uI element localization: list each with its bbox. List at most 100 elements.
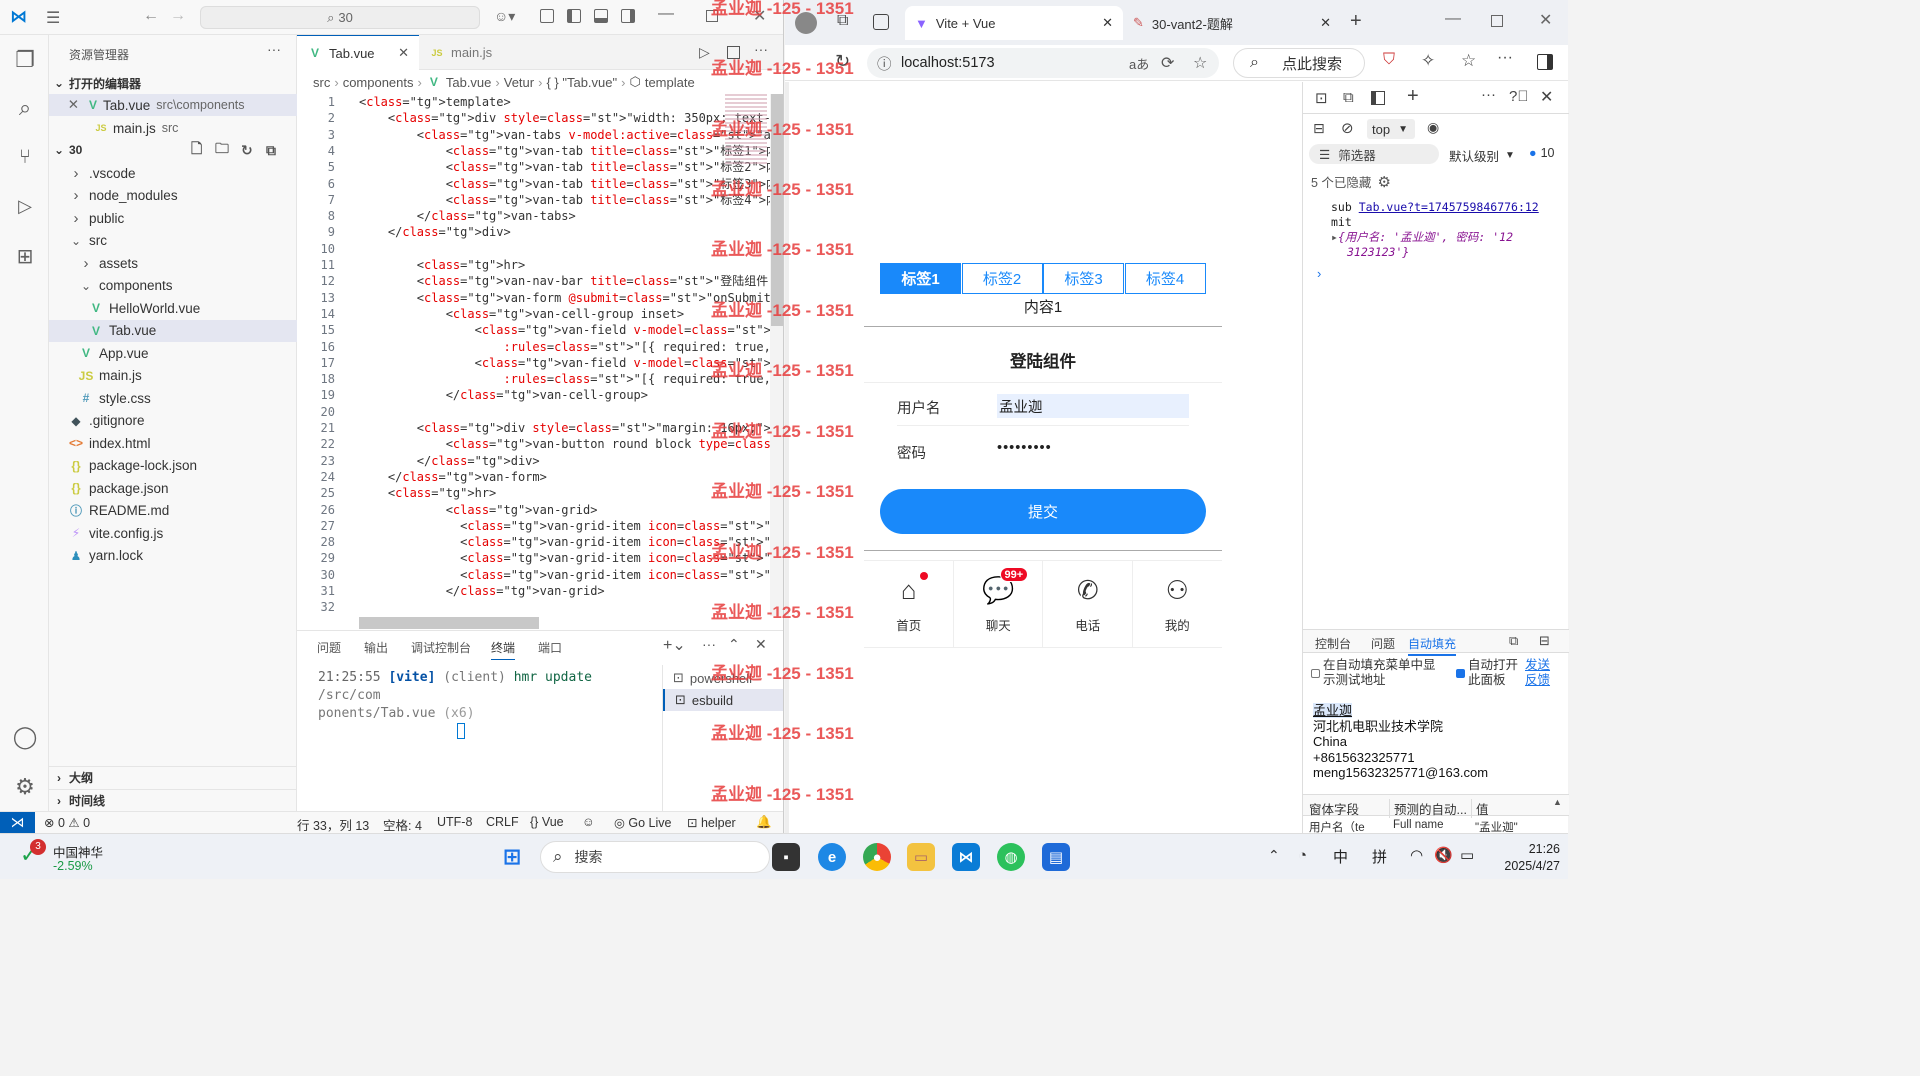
source-control-icon[interactable]: ⑂ <box>10 142 40 172</box>
filter-input[interactable]: ☰ 筛选器 <box>1309 144 1439 164</box>
code-line[interactable]: 21 <class="tg">div style=class="st">"mar… <box>297 420 770 436</box>
workspaces-icon[interactable]: ⧉ <box>837 12 848 30</box>
tree-item[interactable]: › public <box>49 207 297 229</box>
toggle-panel-icon[interactable] <box>594 9 608 23</box>
code-line[interactable]: 18 :rules=class="st">"[{ required: true,… <box>297 371 770 387</box>
issues-counter[interactable]: ● 10 <box>1529 146 1554 160</box>
tree-item[interactable]: <> index.html <box>49 432 297 454</box>
code-line[interactable]: 24 </class="tg">van-form> <box>297 469 770 485</box>
terminal-session[interactable]: ⊡ powershell <box>663 667 783 689</box>
tab-tab-vue[interactable]: V Tab.vue ✕ <box>297 35 419 70</box>
grid-item[interactable]: ⚇ 我的 <box>1133 561 1223 647</box>
more-icon[interactable]: ··· <box>1481 86 1496 103</box>
address-bar[interactable]: ⓘ localhost:5173 aあ ⟳ ☆ <box>867 48 1219 78</box>
scroll-up-icon[interactable]: ▲ <box>1553 797 1562 807</box>
toggle-secondary-sidebar-icon[interactable] <box>621 9 635 23</box>
cursor-position[interactable]: 行 33，列 13 <box>297 815 369 833</box>
code-line[interactable]: 29 <class="tg">van-grid-item icon=class=… <box>297 550 770 566</box>
tree-item[interactable]: {} package.json <box>49 477 297 499</box>
breadcrumb-item[interactable]: Tab.vue <box>446 75 492 90</box>
add-tool-icon[interactable]: + <box>1407 85 1419 108</box>
van-tab-3[interactable]: 标签3 <box>1043 263 1124 294</box>
code-line[interactable]: 1 <class="tg">template> <box>297 94 770 110</box>
code-line[interactable]: 25 <class="tg">hr> <box>297 485 770 501</box>
chrome-icon[interactable]: ● <box>863 843 891 871</box>
inspect-icon[interactable]: ⊡ <box>1315 89 1328 107</box>
code-line[interactable]: 30 <class="tg">van-grid-item icon=class=… <box>297 567 770 583</box>
submit-button[interactable]: 提交 <box>880 489 1206 534</box>
breadcrumb-item[interactable]: Vetur <box>504 75 534 90</box>
close-icon[interactable]: ✕ <box>1102 15 1113 31</box>
network-status-icon[interactable]: ◔ <box>1298 847 1307 864</box>
extensions-icon[interactable]: ⊞ <box>10 241 40 271</box>
menu-icon[interactable]: ☰ <box>46 8 60 28</box>
breadcrumb-item[interactable]: { } "Tab.vue" <box>546 75 617 90</box>
translate-icon[interactable]: ⟳ <box>1161 53 1174 73</box>
code-line[interactable]: 26 <class="tg">van-grid> <box>297 502 770 518</box>
code-area[interactable]: 1 <class="tg">template> 2 <class="tg">div … <box>297 94 770 616</box>
help-icon[interactable]: ?⃝ <box>1509 88 1529 105</box>
close-icon[interactable]: ✕ <box>1540 87 1553 107</box>
open-editor-item[interactable]: ✕ V Tab.vue src\components <box>49 94 297 116</box>
favorite-star-icon[interactable]: ☆ <box>1193 53 1207 73</box>
code-line[interactable]: 17 <class="tg">van-field v-model=class="… <box>297 355 770 371</box>
code-line[interactable]: 23 </class="tg">div> <box>297 453 770 469</box>
code-line[interactable]: 14 <class="tg">van-cell-group inset> <box>297 306 770 322</box>
run-debug-icon[interactable]: ▷ <box>10 191 40 221</box>
tree-item[interactable]: ⌄ src <box>49 230 297 252</box>
browser-tab-vite[interactable]: ▼ Vite + Vue ✕ <box>905 6 1123 40</box>
van-tab-1[interactable]: 标签1 <box>880 263 961 294</box>
tab-debug-console[interactable]: 调试控制台 <box>411 639 471 656</box>
grid-item[interactable]: ✆ 电话 <box>1043 561 1133 647</box>
tree-item[interactable]: ⓘ README.md <box>49 500 297 522</box>
device-icon[interactable]: ⧉ <box>1343 89 1354 106</box>
clock-date[interactable]: 2025/4/27 <box>1476 859 1560 873</box>
tree-item[interactable]: {} package-lock.json <box>49 455 297 477</box>
browser-tab-article[interactable]: ✎ 30-vant2-题解 ✕ <box>1123 6 1341 40</box>
copilot-icon[interactable]: ☺ <box>582 815 595 829</box>
new-folder-icon[interactable]: 🗀 <box>215 138 229 162</box>
info-icon[interactable]: ⓘ <box>877 53 892 74</box>
run-icon[interactable]: ▷ <box>699 44 710 61</box>
more-actions-icon[interactable]: ··· <box>702 636 716 652</box>
send-feedback-link[interactable]: 发送 反馈 <box>1525 658 1550 688</box>
explorer-icon[interactable]: ❐ <box>10 45 40 75</box>
eye-icon[interactable]: ◉ <box>1427 119 1439 136</box>
close-icon[interactable]: ✕ <box>1539 10 1552 30</box>
code-line[interactable]: 27 <class="tg">van-grid-item icon=class=… <box>297 518 770 534</box>
minimap[interactable] <box>725 94 767 164</box>
panel-layout-icon[interactable] <box>1371 91 1385 105</box>
favorites-icon[interactable]: ☆ <box>1461 51 1476 71</box>
more-actions-icon[interactable]: ··· <box>267 41 281 57</box>
new-tab-icon[interactable]: + <box>1350 10 1362 33</box>
code-line[interactable]: 5 <class="tg">van-tab title=class="st">"… <box>297 159 770 175</box>
context-select[interactable]: top ▼ <box>1367 119 1415 139</box>
code-line[interactable]: 13 <class="tg">van-form @submit=class="s… <box>297 290 770 306</box>
tree-item[interactable]: ◆ .gitignore <box>49 410 297 432</box>
tab-problems[interactable]: 问题 <box>317 639 341 656</box>
code-line[interactable]: 28 <class="tg">van-grid-item icon=class=… <box>297 534 770 550</box>
go-live-button[interactable]: ◎ Go Live <box>614 815 672 830</box>
extension-shield-icon[interactable]: ⛉ <box>1383 51 1395 69</box>
password-input[interactable]: ••••••••• <box>997 440 1052 456</box>
open-editor-item[interactable]: JS main.js src <box>49 117 297 139</box>
code-line[interactable]: 15 <class="tg">van-field v-model=class="… <box>297 322 770 338</box>
tree-item[interactable]: ♟ yarn.lock <box>49 545 297 567</box>
code-line[interactable]: 32 <box>297 599 770 615</box>
horizontal-scrollbar[interactable] <box>359 617 539 629</box>
new-file-icon[interactable]: 🗋 <box>191 138 202 162</box>
encoding[interactable]: UTF-8 <box>437 815 472 829</box>
grid-item[interactable]: 💬 99+ 聊天 <box>954 561 1043 647</box>
tab-terminal[interactable]: 终端 <box>491 639 516 660</box>
helper-button[interactable]: ⊡ helper <box>687 815 736 830</box>
close-icon[interactable]: ✕ <box>755 636 767 653</box>
refresh-icon[interactable]: ↻ <box>241 142 253 159</box>
tree-item[interactable]: V HelloWorld.vue <box>49 297 297 319</box>
code-line[interactable]: 11 <class="tg">hr> <box>297 257 770 273</box>
auto-open-checkbox[interactable] <box>1456 669 1465 678</box>
indentation[interactable]: 空格: 4 <box>383 815 422 833</box>
vscode-taskbar-icon[interactable]: ⋈ <box>952 843 980 871</box>
tree-item[interactable]: › assets <box>49 252 297 274</box>
gear-icon[interactable]: ⚙ <box>10 772 40 802</box>
sidebar-toggle-icon[interactable] <box>1537 54 1553 70</box>
